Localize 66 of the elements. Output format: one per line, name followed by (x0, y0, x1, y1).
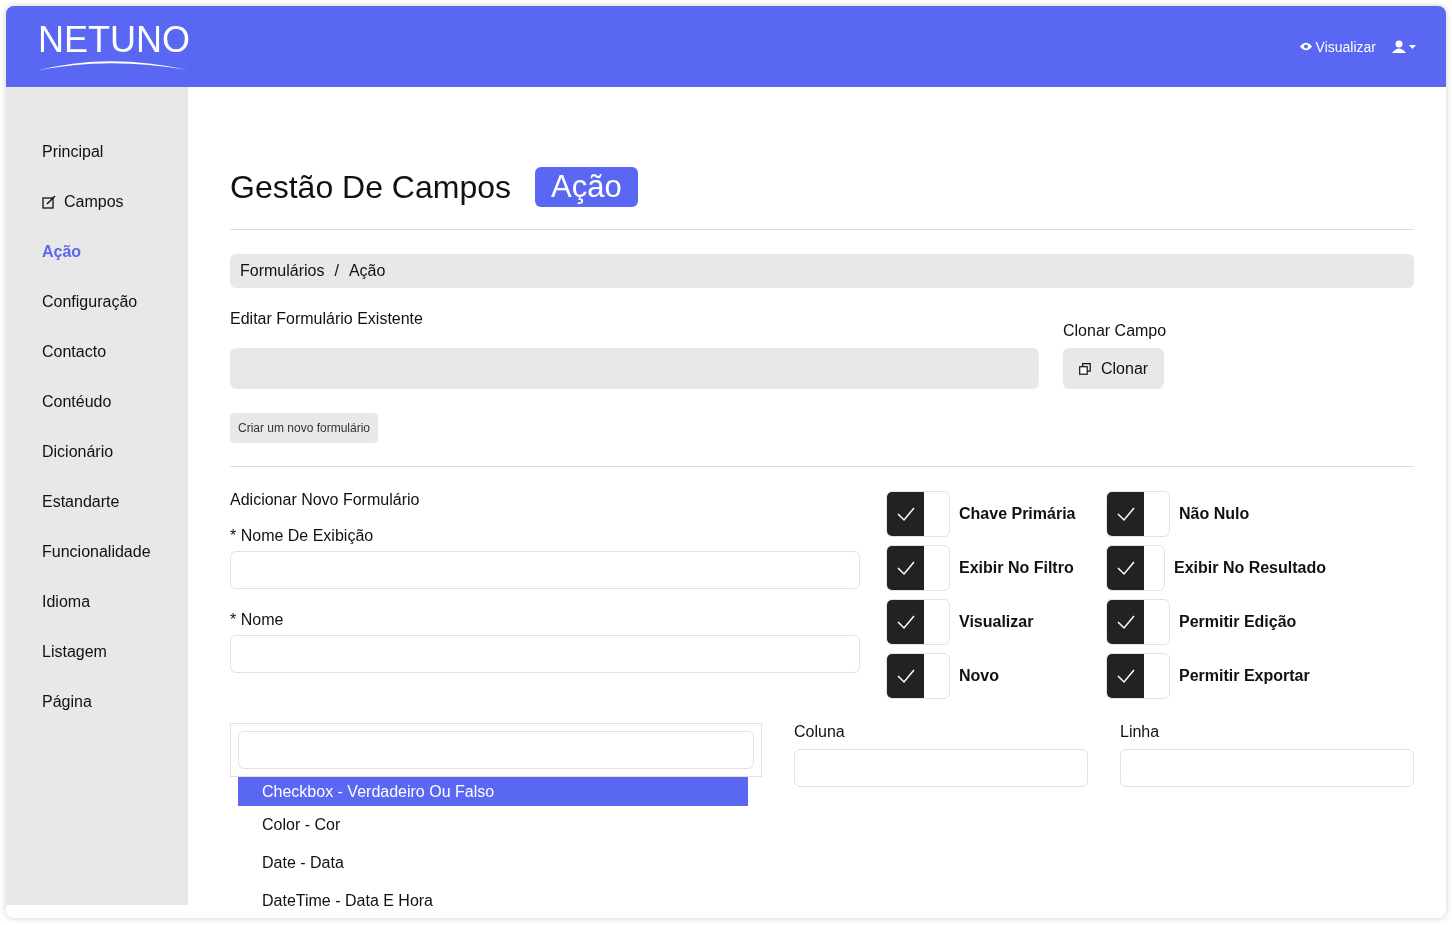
check-icon (895, 668, 916, 684)
view-link[interactable]: Visualizar (1299, 38, 1376, 55)
field-label: * Nome (230, 611, 285, 629)
sidebar-item[interactable]: Idioma (42, 577, 91, 627)
toggle-label: Permitir Exportar (1179, 667, 1310, 685)
sidebar-item[interactable]: Configuração (42, 277, 138, 327)
sidebar-item[interactable]: Contéudo (42, 377, 112, 427)
toggle-switch[interactable] (886, 599, 950, 645)
page-title: Gestão De Campos (230, 168, 511, 206)
toggle-switch[interactable] (1106, 491, 1170, 537)
field-label: Linha (1120, 723, 1161, 741)
user-icon (1392, 40, 1406, 53)
check-icon (895, 614, 916, 630)
display-name-field[interactable] (230, 551, 860, 589)
breadcrumb-link[interactable]: Formulários (240, 262, 325, 280)
toggle-switch[interactable] (886, 545, 950, 591)
toggle-switch[interactable] (886, 491, 950, 537)
user-menu-button[interactable] (1392, 40, 1416, 53)
check-icon (1115, 560, 1136, 576)
dropdown-option[interactable]: Checkbox - Verdadeiro Ou Falso (238, 777, 748, 806)
toggle-label: Exibir No Resultado (1173, 559, 1326, 577)
copy-icon (1079, 362, 1091, 375)
sidebar-item[interactable]: Dicionário (42, 427, 114, 477)
field-label: Clonar Campo (1063, 322, 1168, 340)
sidebar-item[interactable]: Principal (42, 127, 104, 177)
sidebar-item[interactable]: Página (42, 677, 92, 727)
sidebar-item[interactable]: Contacto (42, 327, 107, 377)
logo[interactable]: NETUNO (36, 21, 190, 72)
clone-button[interactable]: Clonar (1063, 348, 1165, 389)
check-icon (895, 560, 916, 576)
type-search-field[interactable] (238, 731, 754, 769)
page-badge: Ação (535, 167, 638, 207)
toggle-label: Exibir No Filtro (959, 559, 1074, 577)
field-label: * Nome De Exibição (230, 527, 375, 545)
breadcrumb-separator: / (334, 262, 339, 280)
field-label: Coluna (794, 723, 846, 741)
toggle-label: Não Nulo (1179, 505, 1250, 523)
row-field[interactable] (1120, 749, 1414, 787)
eye-icon (1299, 42, 1312, 51)
toggle-switch[interactable] (886, 653, 950, 699)
breadcrumb-link[interactable]: Ação (348, 262, 386, 280)
column-field[interactable] (794, 749, 1088, 787)
check-icon (1115, 668, 1136, 684)
dropdown-option[interactable]: Date - Data (238, 844, 748, 882)
toggle-switch[interactable] (1106, 599, 1170, 645)
dropdown-option[interactable]: Color - Cor (238, 806, 748, 844)
toggle-switch[interactable] (1106, 653, 1170, 699)
caret-icon (1409, 44, 1416, 49)
sidebar-item[interactable]: Funcionalidade (42, 527, 151, 577)
sidebar-item[interactable]: Listagem (42, 627, 107, 677)
field-label: Editar Formulário Existente (230, 310, 424, 328)
toggle-switch[interactable] (1106, 545, 1165, 591)
name-field[interactable] (230, 635, 860, 673)
dropdown-option[interactable]: DateTime - Data E Hora (238, 882, 748, 908)
sidebar-item[interactable]: Estandarte (42, 477, 120, 527)
check-icon (1115, 506, 1136, 522)
section-title: Adicionar Novo Formulário (230, 491, 421, 509)
toggle-label: Chave Primária (959, 505, 1076, 523)
sidebar-item[interactable]: Ação (42, 227, 82, 277)
check-icon (895, 506, 916, 522)
toggle-label: Permitir Edição (1179, 613, 1297, 631)
create-form-button[interactable]: Criar um novo formulário (230, 413, 379, 443)
check-icon (1115, 614, 1136, 630)
toggle-label: Novo (959, 667, 999, 685)
toggle-label: Visualizar (959, 613, 1034, 631)
sidebar-item[interactable]: Campos (42, 177, 124, 227)
